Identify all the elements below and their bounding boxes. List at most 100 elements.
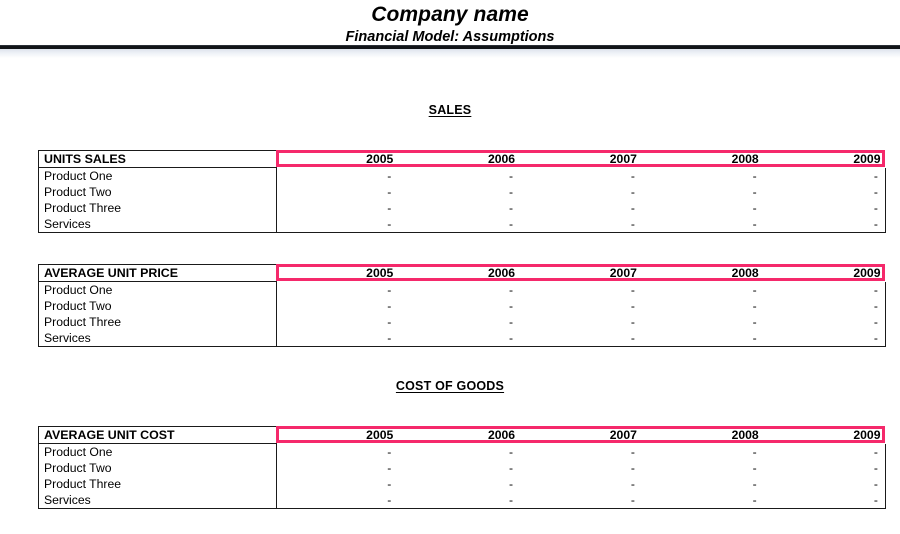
table-average-unit-price-grid: AVERAGE UNIT PRICE 2005 2006 2007 2008 2…	[38, 264, 886, 347]
column-header-year-2009: 2009	[853, 266, 881, 280]
cell-product-one-2006[interactable]: -	[398, 282, 520, 299]
cell-product-three-2007[interactable]: -	[520, 476, 642, 492]
cell-product-two-2005[interactable]: -	[277, 184, 399, 200]
cell-product-one-2005[interactable]: -	[277, 168, 399, 185]
cell-product-three-2008[interactable]: -	[642, 476, 764, 492]
page-title: Company name	[371, 3, 529, 26]
cell-product-one-2006[interactable]: -	[398, 168, 520, 185]
cell-product-three-2008[interactable]: -	[642, 314, 764, 330]
row-label-product-three: Product Three	[38, 314, 277, 330]
cell-product-one-2006[interactable]: -	[398, 444, 520, 461]
row-label-services: Services	[38, 330, 277, 347]
cell-product-two-2008[interactable]: -	[642, 460, 764, 476]
cell-services-2009[interactable]: -	[763, 330, 886, 347]
cell-services-2005[interactable]: -	[276, 330, 399, 347]
cell-product-one-2009[interactable]: -	[763, 443, 886, 460]
cell-services-2005[interactable]: -	[276, 492, 399, 509]
cell-product-two-2005[interactable]: -	[277, 460, 399, 476]
cell-product-three-2007[interactable]: -	[520, 314, 642, 330]
table-row[interactable]: Product One - - - - -	[38, 443, 886, 461]
cell-product-one-2008[interactable]: -	[642, 168, 764, 185]
cell-product-two-2007[interactable]: -	[520, 184, 642, 200]
table-row[interactable]: Product Three - - - - -	[38, 200, 886, 216]
cell-product-two-2006[interactable]: -	[398, 460, 520, 476]
table-row[interactable]: Product Three - - - - -	[38, 476, 886, 492]
column-header-year-2008: 2008	[731, 428, 759, 442]
table-row[interactable]: Services - - - - -	[38, 330, 886, 347]
row-label-services: Services	[38, 492, 277, 509]
cell-product-three-2007[interactable]: -	[520, 200, 642, 216]
cell-product-two-2007[interactable]: -	[520, 460, 642, 476]
cell-product-three-2006[interactable]: -	[398, 314, 520, 330]
row-label-product-two: Product Two	[38, 298, 277, 314]
table-average-unit-cost: AVERAGE UNIT COST 2005 2006 2007 2008 20…	[38, 426, 886, 509]
table-header-row: UNITS SALES 2005 2006 2007 2008 2009	[38, 150, 886, 168]
cell-services-2007[interactable]: -	[520, 330, 642, 347]
table-title-average-unit-cost: AVERAGE UNIT COST	[38, 426, 277, 444]
column-header-year-2005: 2005	[366, 428, 394, 442]
cell-product-two-2009[interactable]: -	[763, 298, 886, 314]
column-header-year-2007: 2007	[609, 266, 637, 280]
cell-product-two-2008[interactable]: -	[642, 298, 764, 314]
cell-product-one-2007[interactable]: -	[520, 168, 642, 185]
column-header-year-2006: 2006	[487, 152, 516, 166]
cell-product-three-2005[interactable]: -	[277, 314, 399, 330]
table-row[interactable]: Product Three - - - - -	[38, 314, 886, 330]
table-row[interactable]: Product One - - - - -	[38, 167, 886, 185]
cell-services-2008[interactable]: -	[641, 330, 764, 347]
page-header: Company name Financial Model: Assumption…	[0, 0, 900, 47]
row-label-product-one: Product One	[38, 443, 277, 460]
cell-product-two-2007[interactable]: -	[520, 298, 642, 314]
cell-product-one-2008[interactable]: -	[642, 282, 764, 299]
cell-services-2005[interactable]: -	[276, 216, 399, 233]
row-label-product-one: Product One	[38, 281, 277, 298]
cell-product-three-2005[interactable]: -	[277, 476, 399, 492]
cell-product-one-2009[interactable]: -	[763, 281, 886, 298]
table-row[interactable]: Services - - - - -	[38, 492, 886, 509]
cell-product-three-2009[interactable]: -	[763, 314, 886, 330]
cell-services-2006[interactable]: -	[398, 216, 521, 233]
section-heading-cost-of-goods: COST OF GOODS	[0, 379, 900, 393]
cell-product-one-2008[interactable]: -	[642, 444, 764, 461]
table-row[interactable]: Services - - - - -	[38, 216, 886, 233]
cell-services-2008[interactable]: -	[641, 492, 764, 509]
section-heading-sales: SALES	[0, 103, 900, 117]
table-average-unit-price: AVERAGE UNIT PRICE 2005 2006 2007 2008 2…	[38, 264, 886, 347]
cell-services-2007[interactable]: -	[520, 216, 642, 233]
cell-services-2006[interactable]: -	[398, 492, 521, 509]
table-row[interactable]: Product Two - - - - -	[38, 184, 886, 200]
cell-product-one-2009[interactable]: -	[763, 167, 886, 184]
cell-product-one-2005[interactable]: -	[277, 444, 399, 461]
cell-services-2009[interactable]: -	[763, 492, 886, 509]
cell-product-two-2009[interactable]: -	[763, 184, 886, 200]
table-row[interactable]: Product Two - - - - -	[38, 298, 886, 314]
column-header-year-2005: 2005	[366, 152, 394, 166]
cell-services-2007[interactable]: -	[520, 492, 642, 509]
cell-product-three-2006[interactable]: -	[398, 200, 520, 216]
table-row[interactable]: Product Two - - - - -	[38, 460, 886, 476]
cell-product-three-2005[interactable]: -	[277, 200, 399, 216]
cell-services-2008[interactable]: -	[641, 216, 764, 233]
cell-services-2006[interactable]: -	[398, 330, 521, 347]
cell-product-two-2008[interactable]: -	[642, 184, 764, 200]
page-subtitle: Financial Model: Assumptions	[345, 29, 555, 45]
table-units-sales: UNITS SALES 2005 2006 2007 2008 2009 Pro…	[38, 150, 886, 233]
table-row[interactable]: Product One - - - - -	[38, 281, 886, 299]
cell-services-2009[interactable]: -	[763, 216, 886, 233]
cell-product-two-2006[interactable]: -	[398, 184, 520, 200]
cell-product-one-2005[interactable]: -	[277, 282, 399, 299]
cell-product-two-2006[interactable]: -	[398, 298, 520, 314]
table-header-row: AVERAGE UNIT COST 2005 2006 2007 2008 20…	[38, 426, 886, 444]
cell-product-three-2006[interactable]: -	[398, 476, 520, 492]
row-label-services: Services	[38, 216, 277, 233]
cell-product-three-2009[interactable]: -	[763, 476, 886, 492]
cell-product-two-2005[interactable]: -	[277, 298, 399, 314]
column-header-year-2006: 2006	[487, 428, 516, 442]
cell-product-two-2009[interactable]: -	[763, 460, 886, 476]
cell-product-three-2008[interactable]: -	[642, 200, 764, 216]
column-header-year-2006: 2006	[487, 266, 516, 280]
cell-product-three-2009[interactable]: -	[763, 200, 886, 216]
table-header-row: AVERAGE UNIT PRICE 2005 2006 2007 2008 2…	[38, 264, 886, 282]
cell-product-one-2007[interactable]: -	[520, 282, 642, 299]
cell-product-one-2007[interactable]: -	[520, 444, 642, 461]
